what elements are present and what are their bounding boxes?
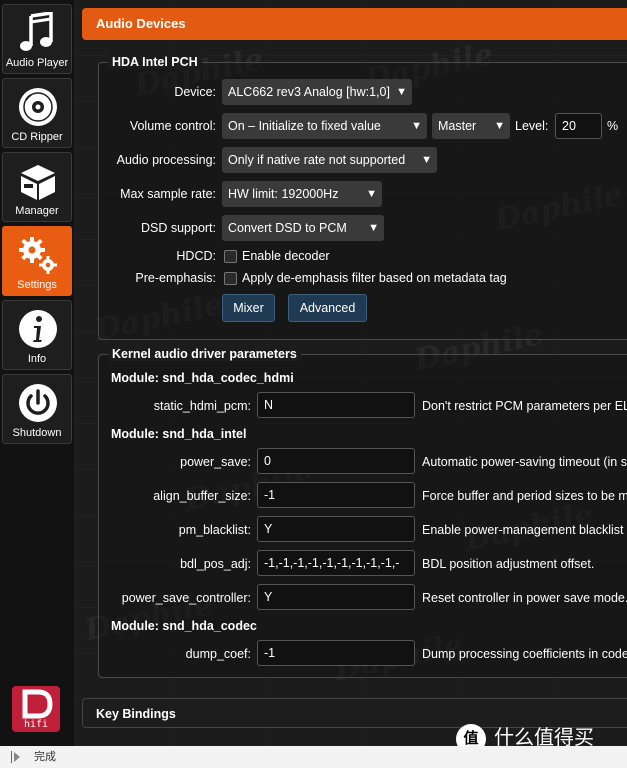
param-description: Automatic power-saving timeout (in secon… bbox=[422, 455, 627, 469]
preemphasis-text: Apply de-emphasis filter based on metada… bbox=[242, 271, 507, 285]
param-description: Don't restrict PCM parameters per ELD in… bbox=[422, 399, 627, 413]
hdcd-label: HDCD: bbox=[176, 249, 216, 263]
dsd-label: DSD support: bbox=[140, 221, 216, 235]
info-icon bbox=[19, 310, 57, 348]
mixer-select[interactable]: Master ▼ bbox=[432, 113, 510, 139]
processing-value: Only if native rate not supported bbox=[228, 153, 406, 167]
param-description: Enable power-management blacklist bbox=[422, 523, 624, 537]
module-heading: Module: snd_hda_intel bbox=[111, 427, 247, 441]
preemphasis-checkbox[interactable] bbox=[224, 272, 237, 285]
param-input[interactable]: 0 bbox=[257, 448, 415, 474]
param-label: static_hdmi_pcm: bbox=[153, 399, 251, 413]
volume-label: Volume control: bbox=[129, 119, 216, 133]
power-icon bbox=[19, 384, 57, 422]
watermark-badge: 值什么值得买 bbox=[450, 718, 627, 746]
device-select[interactable]: ALC662 rev3 Analog [hw:1,0] ▼ bbox=[222, 79, 412, 105]
param-label: power_save: bbox=[180, 455, 251, 469]
nav-manager[interactable]: Manager bbox=[2, 152, 72, 222]
param-label: bdl_pos_adj: bbox=[180, 557, 251, 571]
logo-text: hifi bbox=[23, 719, 49, 730]
param-description: Reset controller in power save mode. bbox=[422, 591, 627, 605]
nav-label: Shutdown bbox=[12, 427, 62, 439]
processing-select[interactable]: Only if native rate not supported ▼ bbox=[222, 147, 437, 173]
sidebar: Audio Player CD Ripper Manager Settings … bbox=[0, 0, 75, 746]
caret-down-icon: ▼ bbox=[396, 86, 407, 98]
hdcd-text: Enable decoder bbox=[242, 249, 330, 263]
gears-icon bbox=[19, 237, 57, 274]
param-label: dump_coef: bbox=[185, 647, 251, 661]
level-label: Level: bbox=[515, 119, 549, 133]
param-input[interactable]: Y bbox=[257, 584, 415, 610]
status-text: 完成 bbox=[34, 751, 56, 763]
disc-icon bbox=[19, 88, 57, 126]
advanced-button[interactable]: Advanced bbox=[288, 294, 367, 322]
param-label: pm_blacklist: bbox=[178, 523, 251, 537]
level-unit: % bbox=[607, 119, 619, 133]
nav-label: Info bbox=[27, 353, 47, 365]
status-bar: 完成 bbox=[0, 746, 627, 768]
param-description: Force buffer and period sizes to be mult… bbox=[422, 489, 627, 503]
mixer-button[interactable]: Mixer bbox=[222, 294, 275, 322]
nav-label: Settings bbox=[17, 279, 57, 291]
param-input[interactable]: -1,-1,-1,-1,-1,-1,-1,-1,-1,- bbox=[257, 550, 415, 576]
processing-label: Audio processing: bbox=[116, 153, 216, 167]
box-icon bbox=[21, 165, 55, 200]
module-heading: Module: snd_hda_codec_hdmi bbox=[111, 371, 294, 385]
nav-label: CD Ripper bbox=[11, 131, 63, 143]
param-label: power_save_controller: bbox=[121, 591, 251, 605]
device-legend: HDA Intel PCH bbox=[108, 55, 202, 69]
level-input[interactable]: 20 bbox=[555, 113, 602, 139]
caret-down-icon: ▼ bbox=[366, 188, 377, 200]
badge-logo: 值 bbox=[456, 723, 486, 746]
param-description: BDL position adjustment offset. bbox=[422, 557, 595, 571]
module-heading: Module: snd_hda_codec bbox=[111, 619, 257, 633]
sample-rate-value: HW limit: 192000Hz bbox=[228, 187, 339, 201]
dsd-select[interactable]: Convert DSD to PCM ▼ bbox=[222, 215, 384, 241]
hdcd-checkbox[interactable] bbox=[224, 250, 237, 263]
dsd-value: Convert DSD to PCM bbox=[228, 221, 347, 235]
volume-mode-value: On – Initialize to fixed value bbox=[228, 119, 381, 133]
nav-shutdown[interactable]: Shutdown bbox=[2, 374, 72, 444]
page-icon bbox=[11, 751, 20, 763]
daphile-logo: hifi bbox=[12, 686, 60, 732]
caret-down-icon: ▼ bbox=[368, 222, 379, 234]
volume-mode-select[interactable]: On – Initialize to fixed value ▼ bbox=[222, 113, 427, 139]
nav-label: Audio Player bbox=[5, 57, 69, 69]
device-label: Device: bbox=[174, 85, 216, 99]
badge-text: 什么值得买 bbox=[494, 727, 594, 746]
caret-down-icon: ▼ bbox=[411, 120, 422, 132]
mixer-value: Master bbox=[438, 119, 477, 133]
param-input[interactable]: Y bbox=[257, 516, 415, 542]
main-content: Daphile Daphile Daphile Daphile Daphile … bbox=[74, 0, 627, 746]
nav-cd-ripper[interactable]: CD Ripper bbox=[2, 78, 72, 148]
param-description: Dump processing coefficients in codec pr… bbox=[422, 647, 627, 661]
nav-settings[interactable]: Settings bbox=[2, 226, 72, 296]
music-note-icon bbox=[20, 12, 53, 51]
param-input[interactable]: -1 bbox=[257, 482, 415, 508]
preemphasis-label: Pre-emphasis: bbox=[135, 271, 216, 285]
caret-down-icon: ▼ bbox=[421, 154, 432, 166]
panel-title[interactable]: Audio Devices bbox=[82, 8, 627, 40]
caret-down-icon: ▼ bbox=[494, 120, 505, 132]
nav-audio-player[interactable]: Audio Player bbox=[2, 4, 72, 74]
param-input[interactable]: N bbox=[257, 392, 415, 418]
kernel-legend: Kernel audio driver parameters bbox=[108, 347, 301, 361]
device-value: ALC662 rev3 Analog [hw:1,0] bbox=[228, 85, 390, 99]
param-label: align_buffer_size: bbox=[153, 489, 251, 503]
nav-info[interactable]: Info bbox=[2, 300, 72, 370]
nav-label: Manager bbox=[15, 205, 59, 217]
sample-rate-label: Max sample rate: bbox=[120, 187, 216, 201]
sample-rate-select[interactable]: HW limit: 192000Hz ▼ bbox=[222, 181, 382, 207]
param-input[interactable]: -1 bbox=[257, 640, 415, 666]
